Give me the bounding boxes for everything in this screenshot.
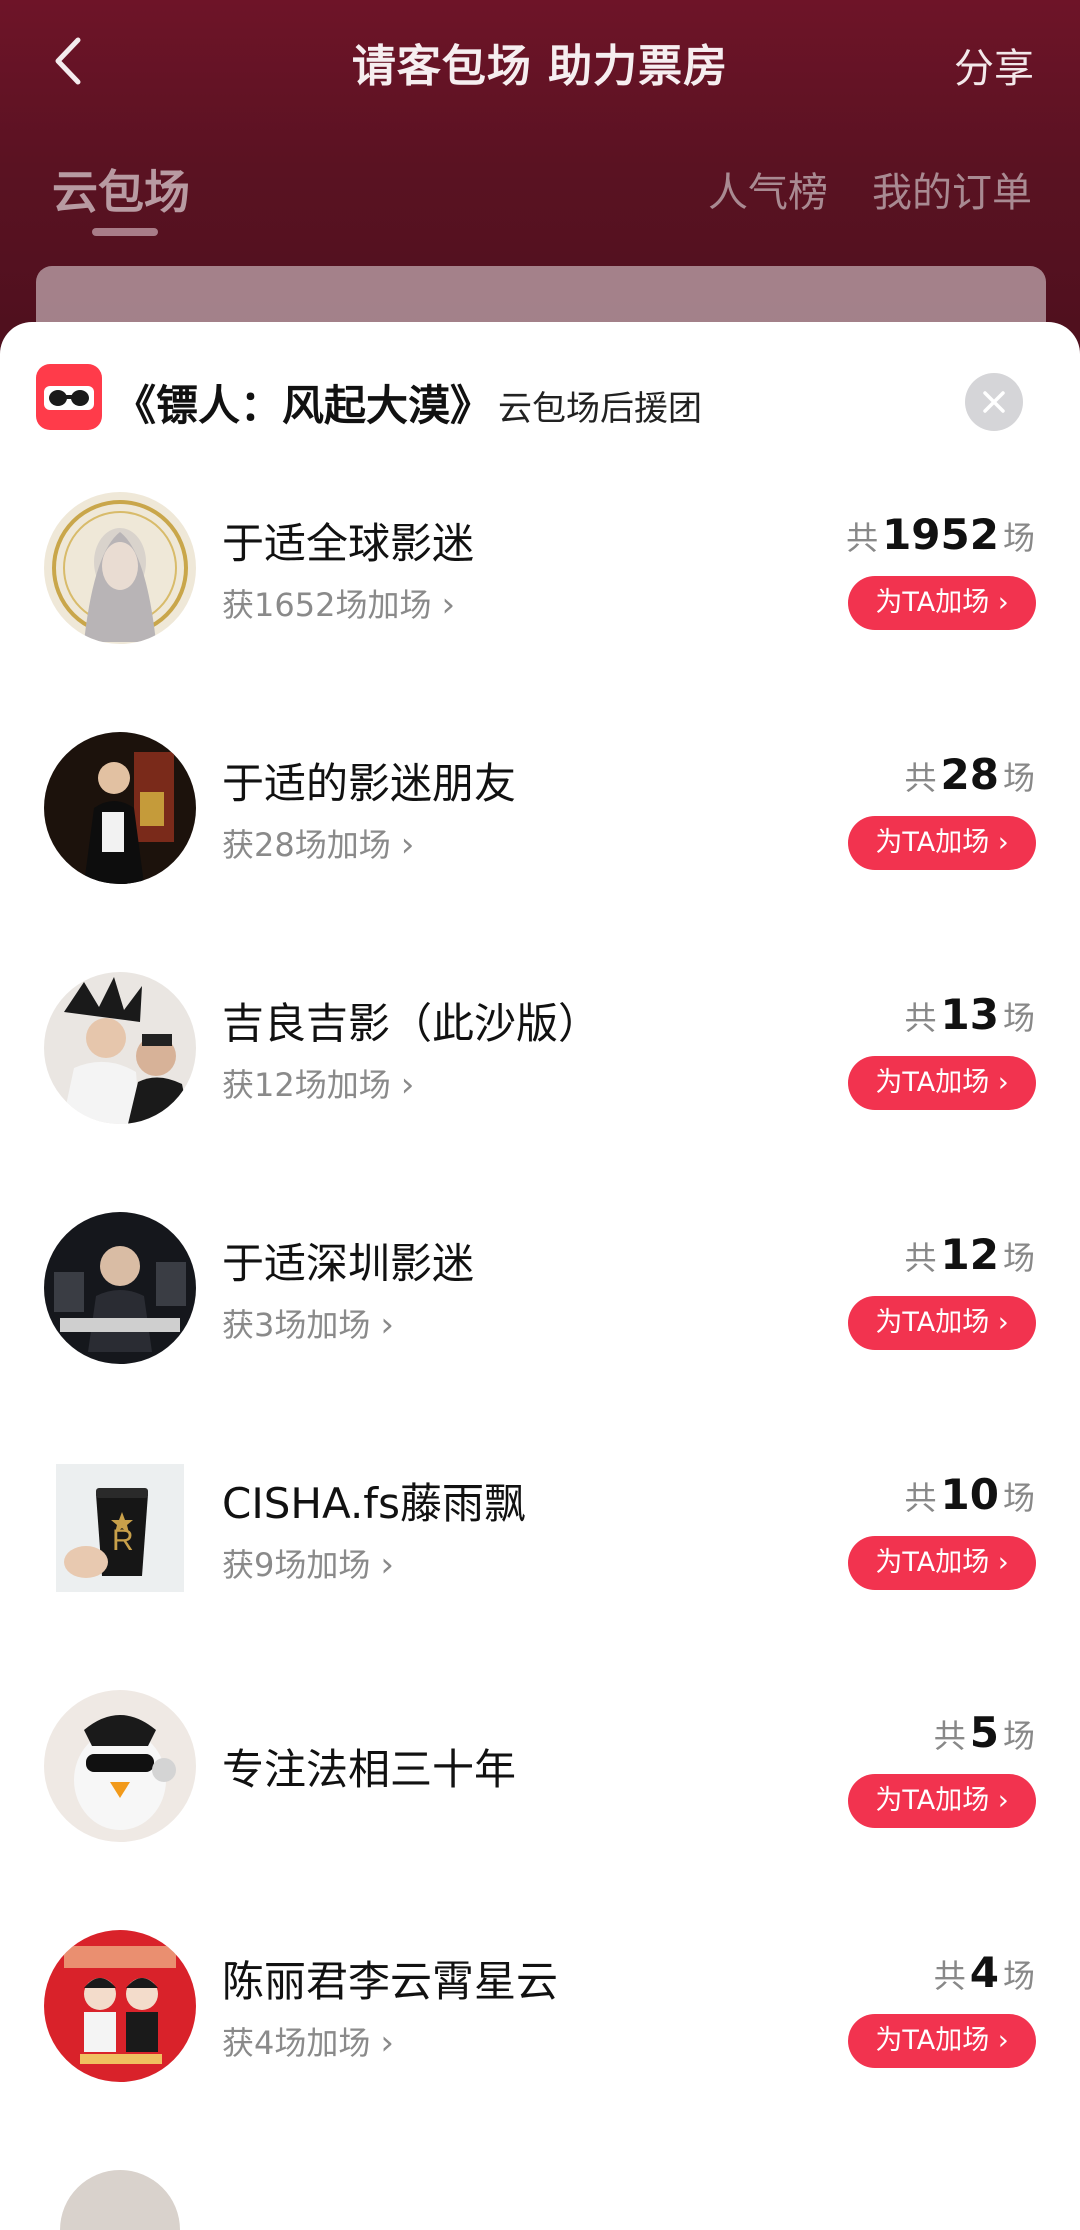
avatar[interactable] — [44, 972, 196, 1124]
bonus-count-text: 获4场加场 — [222, 2024, 371, 2062]
sheet-header: 《镖人：风起大漠》 云包场后援团 — [0, 322, 1080, 442]
total-prefix: 共 — [846, 519, 879, 557]
close-icon — [983, 391, 1005, 413]
bonus-count-link[interactable]: 获12场加场 › — [222, 1060, 414, 1106]
total-number: 13 — [940, 990, 999, 1039]
list-item[interactable]: 专注法相三十年 共5 场 为TA加场 › — [0, 1690, 1080, 1870]
bonus-count-link[interactable]: 获3场加场 › — [222, 1300, 394, 1346]
total-prefix: 共 — [933, 1717, 966, 1755]
chevron-right-icon: › — [380, 1305, 394, 1345]
tab-popularity-rank[interactable]: 人气榜 — [708, 160, 828, 218]
add-session-button[interactable]: 为TA加场 › — [848, 1056, 1036, 1110]
add-session-button[interactable]: 为TA加场 › — [848, 1296, 1036, 1350]
total-prefix: 共 — [904, 999, 937, 1037]
total-prefix: 共 — [904, 759, 937, 797]
sheet-title: 《镖人：风起大漠》 云包场后援团 — [114, 372, 702, 433]
chevron-right-icon: › — [400, 1065, 415, 1105]
add-session-button[interactable]: 为TA加场 › — [848, 1774, 1036, 1828]
total-sessions: 共28 场 — [905, 750, 1035, 799]
tab-cloud-booking[interactable]: 云包场 — [52, 156, 190, 222]
list-item[interactable]: 于适的影迷朋友 获28场加场 › 共28 场 为TA加场 › — [0, 732, 1080, 912]
total-suffix: 场 — [1002, 1479, 1035, 1517]
list-item[interactable]: 陈丽君李云霄星云 获4场加场 › 共4 场 为TA加场 › — [0, 1930, 1080, 2110]
total-prefix: 共 — [904, 1239, 937, 1277]
bonus-count-text: 获3场加场 — [222, 1306, 371, 1344]
total-sessions: 共10 场 — [905, 1470, 1035, 1519]
close-button[interactable] — [965, 373, 1023, 431]
sheet-title-suffix: 云包场后援团 — [498, 389, 703, 429]
list-item[interactable]: R CISHA.fs藤雨飘 获9场加场 › 共10 场 为TA加场 › — [0, 1452, 1080, 1632]
add-session-button[interactable]: 为TA加场 › — [848, 2014, 1036, 2068]
total-suffix: 场 — [1002, 519, 1035, 557]
total-sessions: 共12 场 — [905, 1230, 1035, 1279]
avatar[interactable] — [44, 1930, 196, 2082]
group-name: 陈丽君李云霄星云 — [222, 1957, 559, 2006]
avatar[interactable]: R — [56, 1464, 184, 1592]
avatar[interactable] — [44, 1212, 196, 1364]
add-session-button[interactable]: 为TA加场 › — [848, 816, 1036, 870]
top-bar: 请客包场 助力票房 分享 — [0, 0, 1080, 125]
add-session-button[interactable]: 为TA加场 › — [848, 576, 1036, 630]
total-suffix: 场 — [1002, 999, 1035, 1037]
chevron-right-icon: › — [380, 1545, 394, 1585]
chevron-right-icon: › — [400, 825, 415, 865]
bonus-count-link[interactable]: 获4场加场 › — [222, 2018, 394, 2064]
total-sessions: 共1952 场 — [846, 510, 1035, 559]
group-name: 于适全球影迷 — [222, 519, 475, 568]
group-name: 专注法相三十年 — [222, 1745, 517, 1794]
group-name: 于适的影迷朋友 — [222, 759, 517, 808]
chevron-right-icon: › — [441, 585, 456, 625]
share-button[interactable]: 分享 — [954, 36, 1034, 94]
list-item[interactable]: 于适全球影迷 获1652场加场 › 共1952 场 为TA加场 › — [0, 492, 1080, 672]
chevron-right-icon: › — [380, 2023, 394, 2063]
group-name: CISHA.fs藤雨飘 — [222, 1479, 526, 1528]
bonus-count-link[interactable]: 获9场加场 › — [222, 1540, 394, 1586]
total-prefix: 共 — [904, 1479, 937, 1517]
total-number: 10 — [940, 1470, 999, 1519]
total-suffix: 场 — [1002, 1957, 1035, 1995]
total-sessions: 共4 场 — [934, 1948, 1035, 1997]
total-prefix: 共 — [933, 1957, 966, 1995]
avatar[interactable] — [44, 732, 196, 884]
total-sessions: 共5 场 — [934, 1708, 1035, 1757]
total-suffix: 场 — [1002, 1717, 1035, 1755]
bonus-count-link[interactable]: 获28场加场 › — [222, 820, 414, 866]
svg-text:R: R — [112, 1524, 134, 1557]
total-suffix: 场 — [1002, 759, 1035, 797]
page-title: 请客包场 助力票房 — [351, 41, 729, 92]
list-item[interactable]: 吉良吉影（此沙版） 获12场加场 › 共13 场 为TA加场 › — [0, 972, 1080, 1152]
group-name: 吉良吉影（此沙版） — [222, 999, 601, 1048]
total-number: 28 — [940, 750, 999, 799]
bonus-count-link[interactable]: 获1652场加场 › — [222, 580, 455, 626]
bonus-count-text: 获12场加场 — [222, 1066, 391, 1104]
support-group-sheet: 《镖人：风起大漠》 云包场后援团 于适全球影迷 获1652场加场 › 共1952 场 … — [0, 322, 1080, 2195]
add-session-button[interactable]: 为TA加场 › — [848, 1536, 1036, 1590]
total-number: 12 — [940, 1230, 999, 1279]
total-number: 4 — [969, 1948, 999, 1997]
app-logo-icon — [36, 364, 102, 430]
tab-my-orders[interactable]: 我的订单 — [872, 160, 1032, 218]
active-tab-indicator — [92, 228, 158, 236]
avatar[interactable] — [44, 492, 196, 644]
list-item[interactable]: 于适深圳影迷 获3场加场 › 共12 场 为TA加场 › — [0, 1212, 1080, 1392]
group-name: 于适深圳影迷 — [222, 1239, 475, 1288]
movie-title: 《镖人：风起大漠》 — [114, 381, 493, 430]
bonus-count-text: 获1652场加场 — [222, 586, 432, 624]
bonus-count-text: 获28场加场 — [222, 826, 391, 864]
total-number: 1952 — [882, 510, 999, 559]
total-number: 5 — [969, 1708, 999, 1757]
total-suffix: 场 — [1002, 1239, 1035, 1277]
bonus-count-text: 获9场加场 — [222, 1546, 371, 1584]
avatar[interactable] — [44, 1690, 196, 1842]
total-sessions: 共13 场 — [905, 990, 1035, 1039]
